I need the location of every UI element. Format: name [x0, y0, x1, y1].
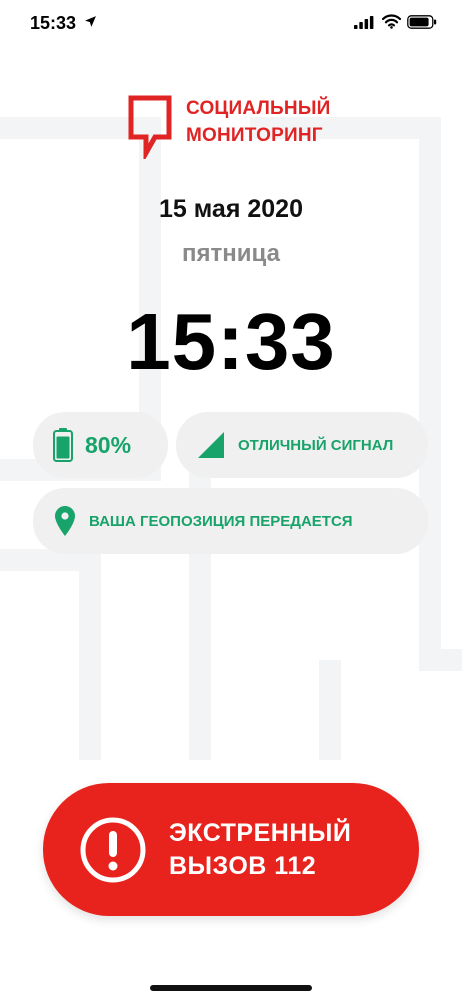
exclamation-alert-icon [80, 817, 146, 882]
weekday: пятница [182, 240, 280, 267]
signal-strength-icon [198, 432, 224, 458]
emergency-call-label: ЭКСТРЕННЫЙ ВЫЗОВ 112 [169, 817, 351, 883]
home-indicator[interactable] [150, 985, 312, 991]
signal-status-pill: ОТЛИЧНЫЙ СИГНАЛ [176, 412, 428, 478]
current-time: 15:33 [126, 297, 336, 386]
logo-line-2: МОНИТОРИНГ [186, 125, 323, 146]
battery-icon [53, 428, 73, 462]
location-arrow-icon [85, 16, 96, 27]
geolocation-label: ВАША ГЕОПОЗИЦИЯ ПЕРЕДАЕТСЯ [89, 512, 353, 530]
logo-line-1: СОЦИАЛЬНЫЙ [186, 98, 331, 119]
app-logo-text: СОЦИАЛЬНЫЙ МОНИТОРИНГ [186, 95, 330, 149]
emergency-line-2: ВЫЗОВ 112 [169, 851, 317, 880]
geolocation-status-pill: ВАША ГЕОПОЗИЦИЯ ПЕРЕДАЕТСЯ [33, 488, 428, 554]
signal-label: ОТЛИЧНЫЙ СИГНАЛ [238, 436, 394, 454]
emergency-call-button[interactable]: ЭКСТРЕННЫЙ ВЫЗОВ 112 [43, 783, 419, 916]
battery-status-icon [407, 15, 437, 29]
location-pin-icon [55, 506, 75, 536]
wifi-icon [382, 14, 401, 29]
battery-status-pill: 80% [33, 412, 168, 478]
status-time: 15:33 [30, 13, 77, 33]
cellular-signal-icon [354, 16, 374, 29]
battery-percent: 80% [85, 431, 132, 458]
speech-bubble-logo-icon [128, 95, 172, 159]
current-date: 15 мая 2020 [159, 195, 303, 223]
emergency-line-1: ЭКСТРЕННЫЙ [169, 818, 352, 847]
